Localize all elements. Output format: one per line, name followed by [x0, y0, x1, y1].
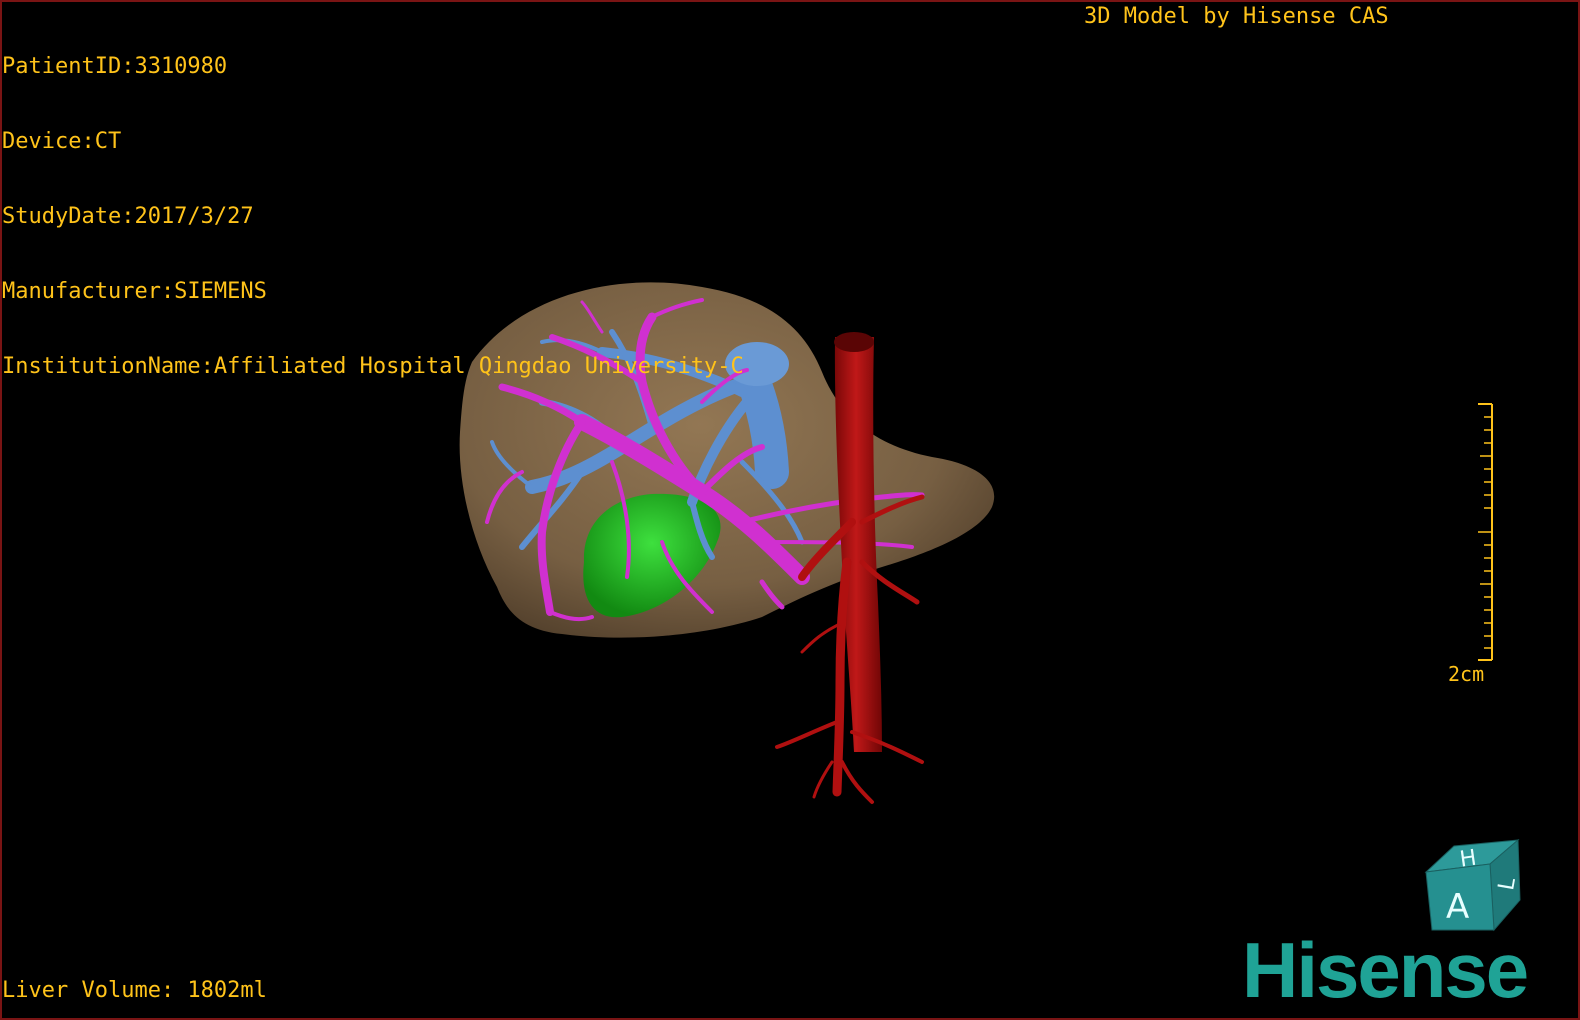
cube-face-front: A — [1446, 887, 1469, 927]
scale-bar — [1478, 403, 1493, 661]
3d-viewport[interactable]: PatientID:3310980 Device:CT StudyDate:20… — [0, 0, 1580, 1020]
patient-id: PatientID:3310980 — [2, 54, 228, 79]
device: Device:CT — [2, 129, 122, 154]
cube-face-top: H — [1458, 846, 1478, 873]
aorta-opening — [834, 332, 874, 352]
study-date: StudyDate:2017/3/27 — [2, 204, 254, 229]
model-credit: 3D Model by Hisense CAS — [1084, 4, 1389, 29]
manufacturer: Manufacturer:SIEMENS — [2, 279, 267, 304]
orientation-cube[interactable]: A H L — [1420, 836, 1530, 940]
scale-label: 2cm — [1448, 662, 1485, 686]
hisense-logo: Hisense — [1242, 926, 1529, 1014]
patient-info-overlay: PatientID:3310980 Device:CT StudyDate:20… — [2, 4, 744, 429]
institution-name: InstitutionName:Affiliated Hospital Qing… — [2, 354, 744, 379]
liver-volume: Liver Volume: 1802ml — [2, 978, 267, 1003]
